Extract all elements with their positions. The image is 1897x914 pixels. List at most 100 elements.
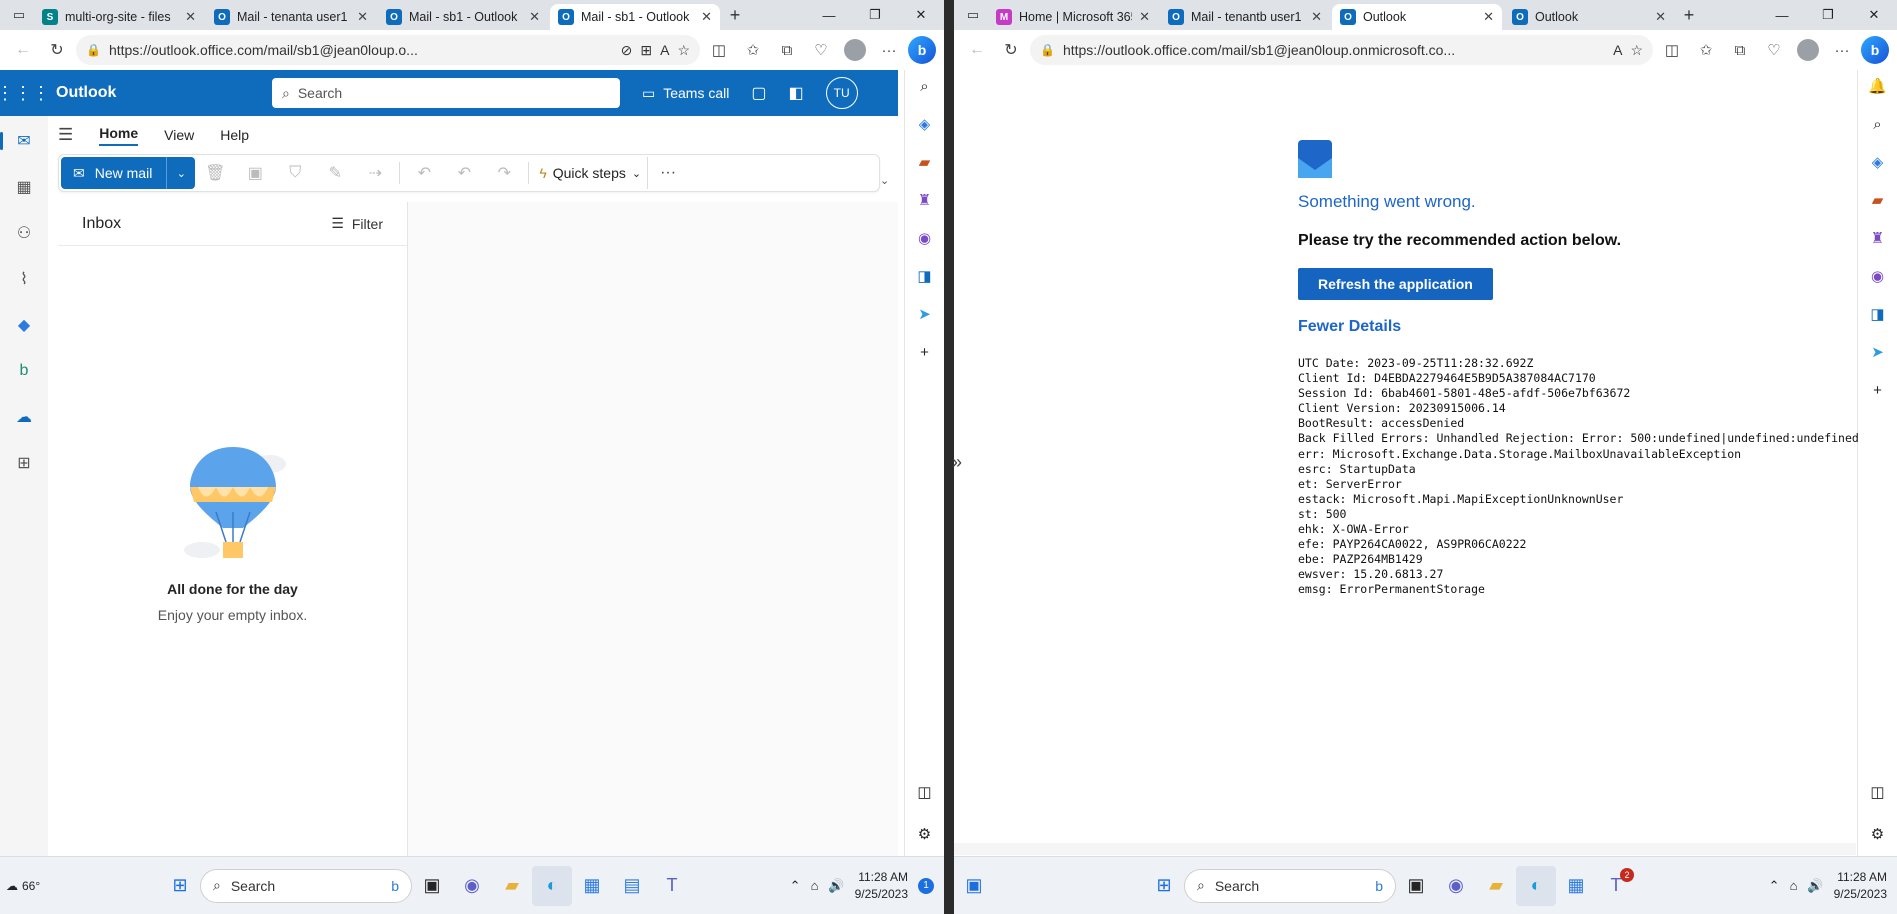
- app-launcher-icon[interactable]: ⋮⋮⋮: [0, 83, 50, 104]
- quick-steps-button[interactable]: ϟ Quick steps ⌄: [533, 157, 649, 189]
- close-tab-icon[interactable]: ✕: [357, 9, 368, 25]
- tab-home[interactable]: Home: [99, 125, 139, 146]
- maximize-icon[interactable]: ❐: [1805, 0, 1851, 30]
- close-tab-icon[interactable]: ✕: [1655, 9, 1666, 25]
- teams-icon[interactable]: T: [652, 866, 692, 906]
- widgets-icon[interactable]: ▣: [954, 866, 994, 906]
- browser-tab[interactable]: O Mail - sb1 - Outlook ✕: [550, 4, 720, 30]
- filter-button[interactable]: ☰ Filter: [331, 215, 383, 232]
- people-icon[interactable]: ⚇: [11, 220, 37, 246]
- teams-call-button[interactable]: ▭ Teams call: [642, 85, 729, 102]
- outlook-icon[interactable]: ◨: [913, 264, 937, 288]
- minimize-icon[interactable]: —: [1759, 0, 1805, 30]
- close-window-icon[interactable]: ✕: [1851, 0, 1897, 30]
- archive-icon[interactable]: ▣: [235, 163, 275, 183]
- search-icon[interactable]: ⌕: [913, 74, 937, 98]
- url-field[interactable]: 🔒 https://outlook.office.com/mail/sb1@je…: [1030, 35, 1653, 65]
- sidebar-panel-icon[interactable]: ◫: [913, 780, 937, 804]
- browser-tab[interactable]: O Mail - tenantb user1 ✕: [1160, 4, 1330, 30]
- search-icon[interactable]: ⌕: [1866, 112, 1890, 136]
- teams-chat-icon[interactable]: ◉: [1436, 866, 1476, 906]
- store-icon[interactable]: ▦: [1556, 866, 1596, 906]
- close-tab-icon[interactable]: ✕: [185, 9, 196, 25]
- refresh-icon[interactable]: ↻: [996, 35, 1026, 65]
- edge-icon[interactable]: ◐: [532, 865, 572, 906]
- mail-icon[interactable]: ✉: [11, 128, 37, 154]
- more-options-button[interactable]: ···: [648, 164, 688, 182]
- clock[interactable]: 11:28 AM 9/25/2023: [1834, 869, 1887, 903]
- file-explorer-icon[interactable]: ▰: [492, 866, 532, 906]
- teams-icon[interactable]: T 2: [1596, 866, 1636, 906]
- browser-tab[interactable]: Smulti-org-site - files ✕: [34, 4, 204, 30]
- shopping-tag-icon[interactable]: ◈: [913, 112, 937, 136]
- expand-arrows-icon[interactable]: »: [952, 452, 962, 473]
- user-avatar[interactable]: TU: [825, 77, 858, 109]
- reply-all-icon[interactable]: ↶: [444, 163, 484, 183]
- clock[interactable]: 11:28 AM 9/25/2023: [855, 869, 908, 903]
- tab-view[interactable]: View: [164, 127, 194, 143]
- delete-icon[interactable]: 🗑: [195, 163, 235, 183]
- profile-icon[interactable]: [1793, 35, 1823, 65]
- file-explorer-icon[interactable]: ▰: [1476, 866, 1516, 906]
- network-icon[interactable]: ⌂: [811, 878, 819, 893]
- outlook-brand[interactable]: Outlook: [46, 84, 272, 102]
- volume-icon[interactable]: 🔊: [828, 878, 844, 894]
- sweep-icon[interactable]: ✎: [315, 163, 355, 183]
- report-icon[interactable]: ⛉: [275, 164, 315, 182]
- browser-tab[interactable]: O Outlook ✕: [1332, 4, 1502, 30]
- sidebar-panel-icon[interactable]: ◫: [1866, 780, 1890, 804]
- new-tab-button[interactable]: +: [1676, 5, 1702, 26]
- workspaces-icon[interactable]: ▭: [6, 4, 32, 26]
- settings-gear-icon[interactable]: ⚙: [913, 822, 937, 846]
- teams-chat-icon[interactable]: ◉: [452, 866, 492, 906]
- hamburger-icon[interactable]: ☰: [58, 125, 73, 145]
- refresh-icon[interactable]: ↻: [42, 35, 72, 65]
- favorite-star-icon[interactable]: ☆: [1630, 42, 1643, 59]
- close-tab-icon[interactable]: ✕: [1311, 9, 1322, 25]
- copilot-app-icon[interactable]: ◆: [11, 312, 37, 338]
- notifications-bell-icon[interactable]: 🔔: [1866, 74, 1890, 98]
- notepad-icon[interactable]: ▤: [612, 866, 652, 906]
- move-to-icon[interactable]: ⇢: [355, 163, 395, 183]
- profile-icon[interactable]: [840, 35, 870, 65]
- close-tab-icon[interactable]: ✕: [1483, 9, 1494, 25]
- task-view-icon[interactable]: ▣: [412, 866, 452, 906]
- refresh-application-button[interactable]: Refresh the application: [1298, 268, 1493, 300]
- network-icon[interactable]: ⌂: [1790, 878, 1798, 893]
- close-window-icon[interactable]: ✕: [898, 0, 944, 30]
- workspaces-icon[interactable]: ▭: [960, 4, 986, 26]
- start-icon[interactable]: ⊞: [160, 866, 200, 906]
- settings-more-icon[interactable]: ···: [874, 35, 904, 65]
- close-tab-icon[interactable]: ✕: [529, 9, 540, 25]
- volume-icon[interactable]: 🔊: [1807, 878, 1823, 894]
- taskbar-search[interactable]: ⌕ Search b: [200, 868, 412, 903]
- calendar-icon[interactable]: ▦: [11, 174, 37, 200]
- start-icon[interactable]: ⊞: [1144, 866, 1184, 906]
- maximize-icon[interactable]: ❐: [852, 0, 898, 30]
- favorite-star-icon[interactable]: ☆: [677, 42, 690, 59]
- split-screen-icon[interactable]: ◫: [1657, 35, 1687, 65]
- weather-widget[interactable]: ☁ 66°: [0, 879, 60, 893]
- forward-icon[interactable]: ↷: [484, 163, 524, 183]
- search-input[interactable]: ⌕ Search: [272, 78, 620, 108]
- chevron-up-icon[interactable]: ⌃: [790, 878, 801, 894]
- read-aloud-icon[interactable]: A: [660, 42, 669, 58]
- games-chess-icon[interactable]: ♜: [913, 188, 937, 212]
- office-icon[interactable]: ◧: [789, 83, 804, 103]
- close-tab-icon[interactable]: ✕: [1139, 9, 1150, 25]
- store-icon[interactable]: ▦: [572, 866, 612, 906]
- reply-icon[interactable]: ↶: [404, 163, 444, 183]
- new-tab-button[interactable]: +: [722, 5, 748, 26]
- onedrive-icon[interactable]: ☁: [11, 404, 37, 430]
- favorites-icon[interactable]: ✩: [738, 35, 768, 65]
- read-aloud-icon[interactable]: A: [1613, 42, 1622, 58]
- ribbon-expand-icon[interactable]: ⌄: [880, 174, 889, 187]
- notification-badge[interactable]: 1: [918, 877, 934, 894]
- apps-icon[interactable]: ⊞: [640, 42, 652, 59]
- back-icon[interactable]: ←: [962, 35, 992, 65]
- url-field[interactable]: 🔒 https://outlook.office.com/mail/sb1@je…: [76, 35, 700, 65]
- tools-briefcase-icon[interactable]: ▰: [913, 150, 937, 174]
- split-screen-icon[interactable]: ◫: [704, 35, 734, 65]
- chat-icon[interactable]: ▢: [751, 83, 766, 103]
- favorites-icon[interactable]: ✩: [1691, 35, 1721, 65]
